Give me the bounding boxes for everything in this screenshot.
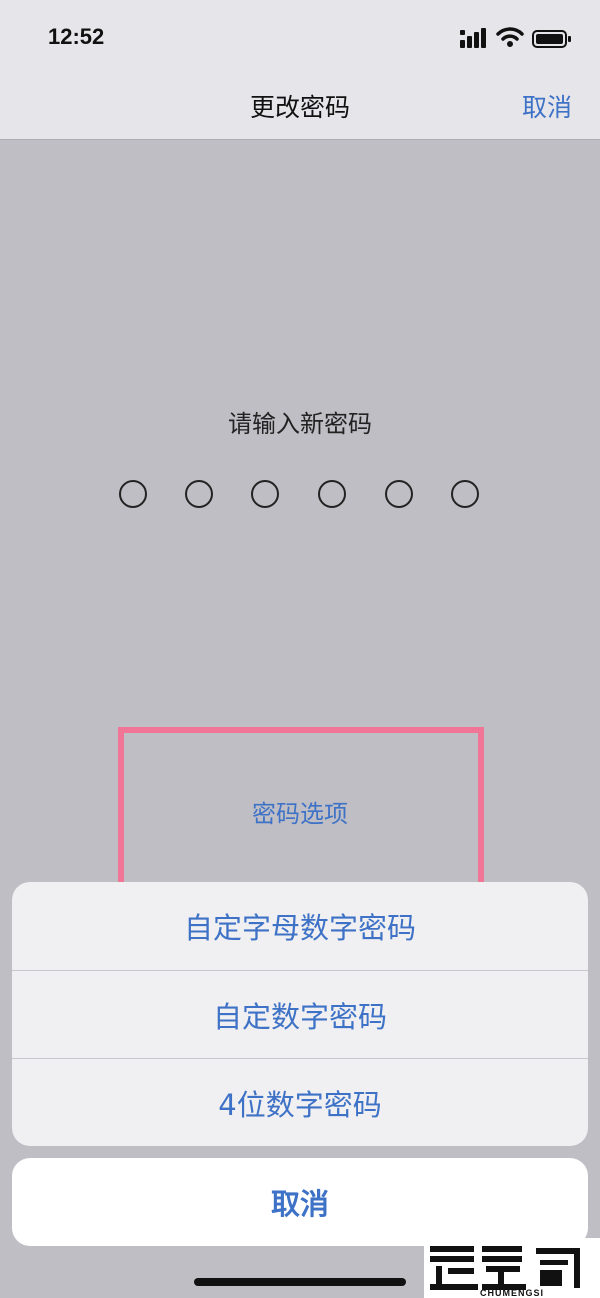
passcode-dot <box>385 480 413 508</box>
highlight-box <box>118 727 484 895</box>
watermark-logo: CHUMENGSI <box>424 1238 600 1298</box>
nav-cancel-button[interactable]: 取消 <box>522 88 572 124</box>
sheet-cancel-button[interactable]: 取消 <box>12 1158 588 1246</box>
status-time: 12:52 <box>48 24 105 49</box>
option-4-digit[interactable]: 4位数字密码 <box>12 1059 588 1146</box>
wifi-icon <box>496 27 524 47</box>
signal-icon <box>460 28 486 48</box>
top-bar: 12:52 更改密码 取消 <box>0 0 600 140</box>
page-title: 更改密码 <box>249 93 350 122</box>
passcode-dot <box>185 480 213 508</box>
action-sheet: 自定字母数字密码 自定数字密码 4位数字密码 <box>12 882 588 1146</box>
option-custom-numeric[interactable]: 自定数字密码 <box>12 971 588 1059</box>
passcode-dot <box>318 480 346 508</box>
passcode-dot <box>451 480 479 508</box>
home-indicator[interactable] <box>194 1278 406 1286</box>
passcode-prompt: 请输入新密码 <box>228 410 372 438</box>
watermark-subtext: CHUMENGSI <box>480 1288 544 1298</box>
passcode-dot <box>251 480 279 508</box>
passcode-dot <box>119 480 147 508</box>
passcode-dots[interactable] <box>0 480 600 510</box>
battery-icon <box>532 30 571 48</box>
option-custom-alphanumeric[interactable]: 自定字母数字密码 <box>12 882 588 970</box>
